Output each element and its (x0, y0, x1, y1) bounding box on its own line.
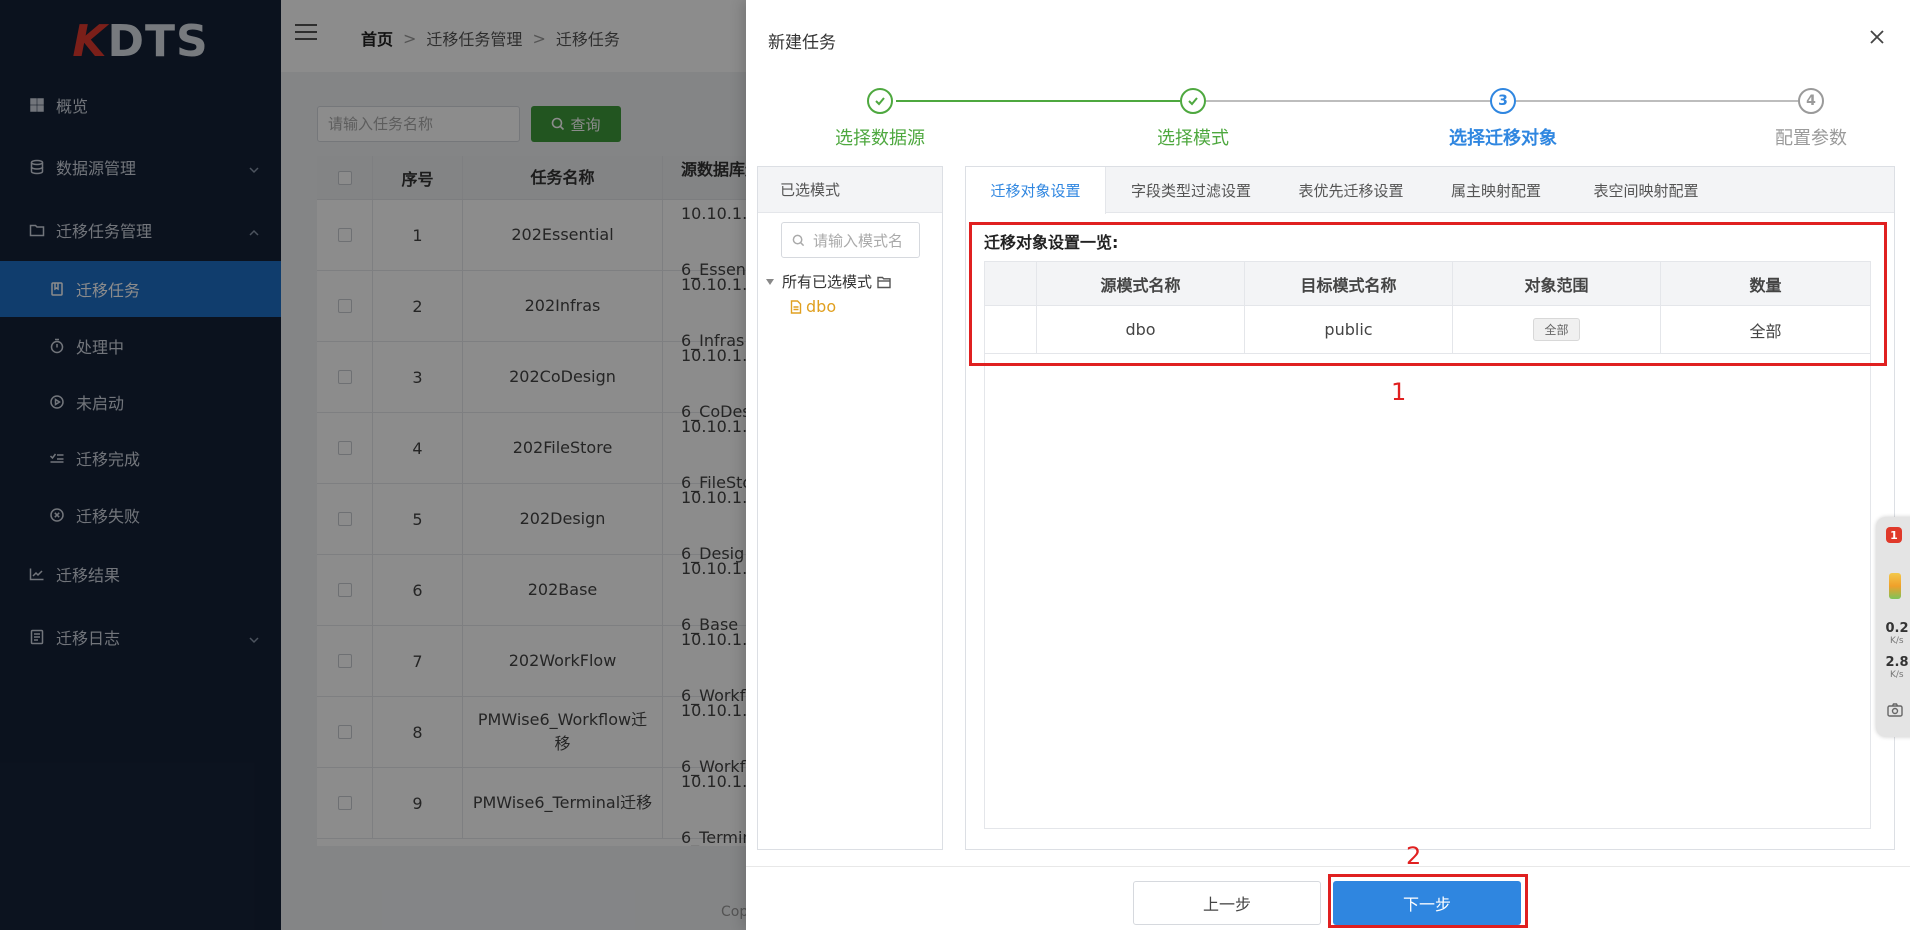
upload-speed-unit: K/s (1890, 636, 1904, 646)
step-3-number: 3 (1490, 88, 1516, 114)
upload-speed: 0.2 (1885, 621, 1909, 636)
schema-search-placeholder: 请输入模式名 (813, 231, 904, 250)
modal-overlay-top (281, 0, 746, 72)
step-connector (1516, 100, 1798, 102)
camera-icon[interactable] (1887, 703, 1903, 717)
selected-schema-panel: 已选模式 请输入模式名 所有已选模式 dbo (757, 166, 943, 850)
network-monitor-widget[interactable]: 1 0.2 K/s 2.8 K/s (1876, 517, 1910, 737)
tree-node-dbo[interactable]: dbo (790, 297, 836, 316)
step-3-label: 选择迁移对象 (1449, 128, 1557, 149)
tab-owner-mapping[interactable]: 属主映射配置 (1426, 167, 1566, 213)
search-icon (792, 234, 805, 246)
previous-step-button[interactable]: 上一步 (1133, 881, 1321, 925)
download-speed-unit: K/s (1890, 670, 1904, 680)
step-indicator: 选择数据源 选择模式 3 选择迁移对象 4 配置参数 (746, 82, 1910, 152)
modal-overlay-sidebar (0, 0, 281, 930)
schema-panel-header: 已选模式 (758, 167, 942, 213)
annotation-box-2 (1328, 874, 1528, 928)
tree-root-label: 所有已选模式 (782, 273, 873, 291)
tree-node-label: dbo (806, 297, 837, 316)
tab-field-type-filter[interactable]: 字段类型过滤设置 (1106, 167, 1276, 213)
drawer-title: 新建任务 (768, 33, 836, 53)
new-task-drawer: 新建任务 选择数据源 选择模式 3 选择迁移对象 4 配置参数 已选模式 请输入… (746, 0, 1910, 930)
file-icon (790, 299, 802, 314)
step-connector (1206, 100, 1490, 102)
step-4-number: 4 (1798, 88, 1824, 114)
tab-table-priority[interactable]: 表优先迁移设置 (1276, 167, 1426, 213)
close-icon[interactable] (1868, 28, 1888, 48)
download-speed: 2.8 (1885, 655, 1909, 670)
annotation-box-1 (969, 222, 1887, 366)
schema-search-input[interactable]: 请输入模式名 (781, 222, 920, 258)
annotation-number-1: 1 (1391, 378, 1407, 406)
resource-gauge-icon (1889, 573, 1901, 599)
step-4-label: 配置参数 (1775, 128, 1847, 149)
tab-object-settings[interactable]: 迁移对象设置 (966, 167, 1106, 214)
step-connector (896, 100, 1180, 102)
step-1-check-icon (867, 88, 893, 114)
tree-root-all-schemas[interactable]: 所有已选模式 (766, 271, 892, 292)
modal-overlay[interactable] (281, 72, 746, 930)
step-1-label: 选择数据源 (835, 128, 925, 149)
folder-open-icon (877, 276, 891, 288)
notification-badge: 1 (1886, 527, 1902, 543)
step-2-label: 选择模式 (1157, 128, 1229, 149)
caret-down-icon[interactable] (766, 278, 774, 285)
step-2-check-icon (1180, 88, 1206, 114)
tab-tablespace-mapping[interactable]: 表空间映射配置 (1566, 167, 1726, 213)
config-tabs: 迁移对象设置 字段类型过滤设置 表优先迁移设置 属主映射配置 表空间映射配置 (966, 167, 1894, 214)
